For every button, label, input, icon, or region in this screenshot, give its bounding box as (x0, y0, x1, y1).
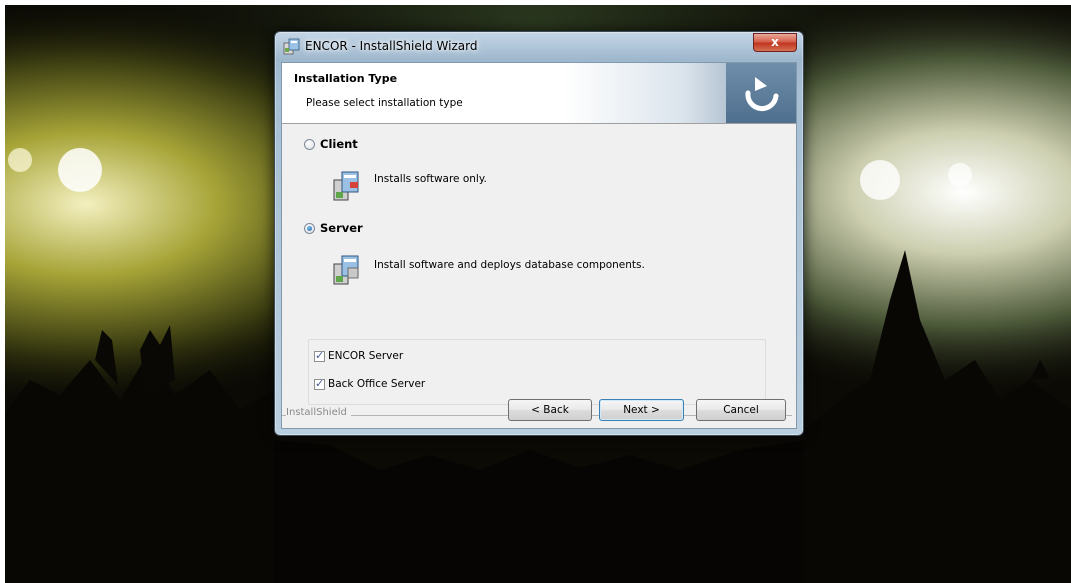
encor-server-label: ENCOR Server (328, 350, 404, 362)
cancel-button[interactable]: Cancel (696, 399, 786, 421)
server-components-group (308, 339, 766, 405)
installer-app-icon (283, 38, 300, 55)
banner-logo (726, 63, 796, 123)
server-label: Server (320, 221, 363, 235)
window-title: ENCOR - InstallShield Wizard (305, 39, 478, 53)
client-label: Client (320, 137, 358, 151)
page-title: Installation Type (294, 72, 398, 85)
installshield-wizard-window[interactable]: ENCOR - InstallShield Wizard x Installat… (274, 31, 804, 436)
server-install-icon (333, 255, 359, 285)
back-office-server-checkbox[interactable] (314, 377, 325, 390)
page-subtitle: Please select installation type (306, 97, 463, 109)
component-back-office-server[interactable]: Back Office Server (314, 377, 426, 390)
next-button[interactable]: Next > (599, 399, 684, 421)
component-encor-server[interactable]: ENCOR Server (314, 349, 404, 362)
installshield-arrow-icon (745, 77, 779, 112)
installshield-brand: InstallShield (286, 407, 351, 418)
client-radio[interactable] (304, 138, 315, 150)
server-description: Install software and deploys database co… (374, 259, 645, 271)
client-description: Installs software only. (374, 173, 487, 185)
wizard-client-area: Installation Type Please select installa… (281, 62, 797, 429)
close-icon: x (771, 35, 779, 49)
server-radio[interactable] (304, 222, 315, 234)
back-button[interactable]: < Back (508, 399, 592, 421)
close-button[interactable]: x (753, 33, 797, 52)
server-option[interactable]: Server (304, 221, 363, 235)
wizard-banner: Installation Type Please select installa… (282, 63, 796, 124)
back-office-server-label: Back Office Server (328, 378, 426, 390)
encor-server-checkbox[interactable] (314, 349, 325, 362)
client-option[interactable]: Client (304, 137, 358, 151)
client-install-icon (333, 171, 359, 201)
title-bar[interactable]: ENCOR - InstallShield Wizard x (275, 32, 803, 60)
